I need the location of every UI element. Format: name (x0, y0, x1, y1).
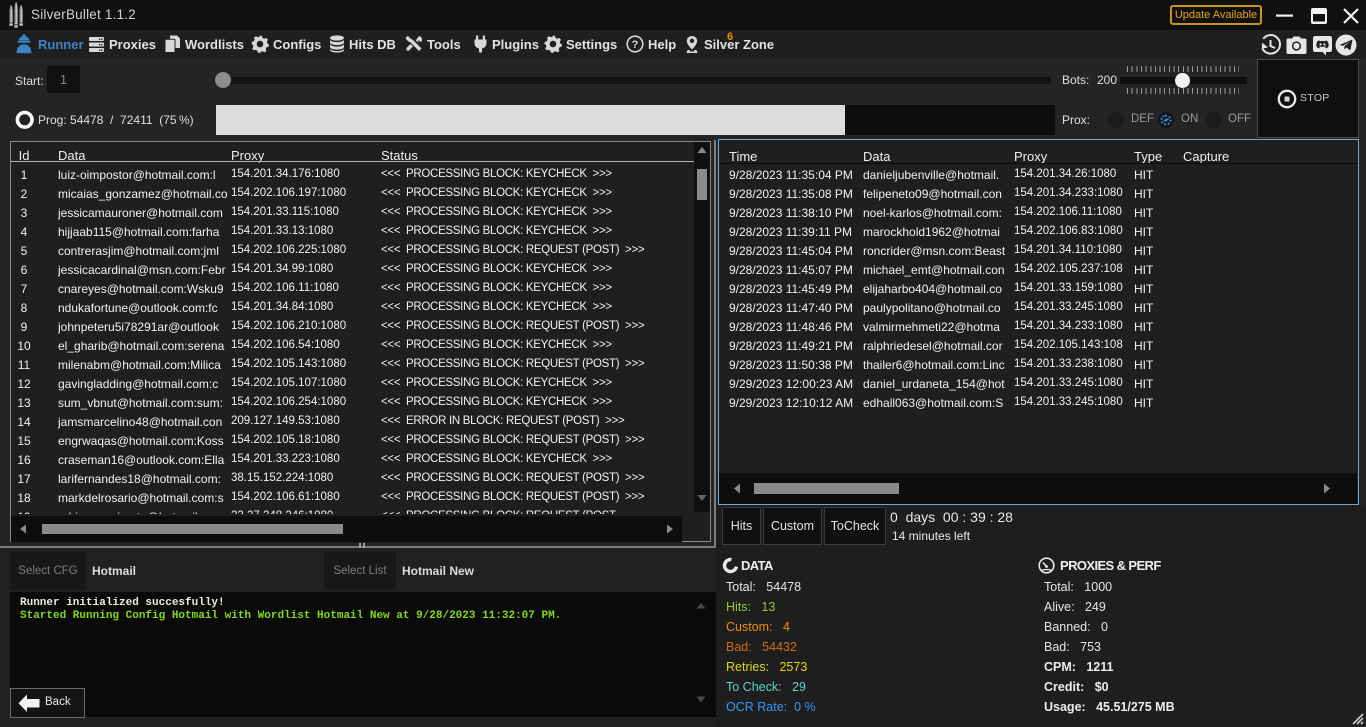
svg-text:?: ? (632, 39, 639, 51)
